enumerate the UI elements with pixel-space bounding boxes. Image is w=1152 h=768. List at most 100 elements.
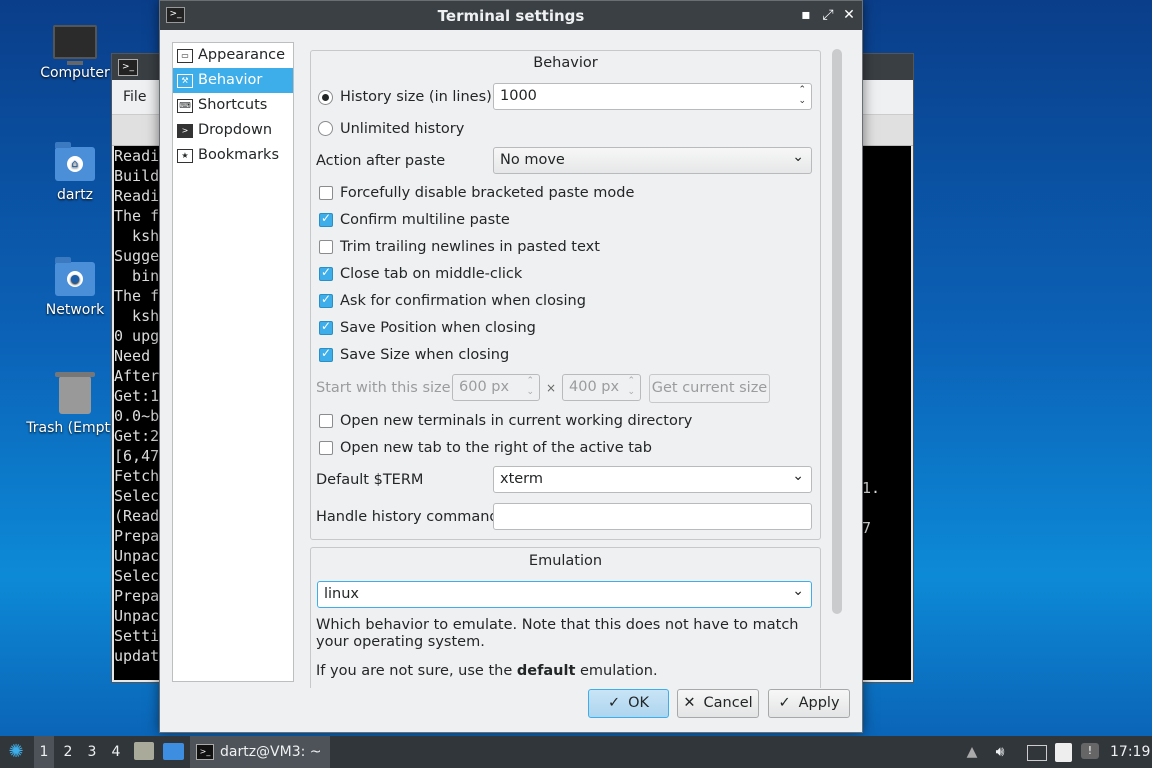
trim-newlines-checkbox[interactable] (319, 240, 333, 254)
apply-button[interactable]: ✓ Apply (768, 689, 850, 718)
settings-scrollbar[interactable] (832, 49, 842, 614)
handle-history-input[interactable] (493, 503, 812, 530)
ok-button[interactable]: ✓ OK (588, 689, 669, 718)
save-position-label: Save Position when closing (340, 320, 536, 336)
unlimited-history-label: Unlimited history (340, 121, 465, 137)
menu-file[interactable]: File (123, 89, 146, 105)
check-icon: ✓ (778, 695, 791, 711)
action-after-paste-value: No move (500, 152, 565, 168)
times-sign: × (546, 381, 557, 395)
workspace-4[interactable]: 4 (106, 736, 126, 768)
action-after-paste-select[interactable]: No move (493, 145, 812, 174)
start-width-spinbox[interactable]: 600 px ⌃ ⌄ (452, 374, 540, 401)
taskbar: ✺ 1 2 3 4 >_ dartz@VM3: ~ ▲ 🔊︎ ! 17:19 (0, 736, 1152, 768)
cancel-label: Cancel (703, 695, 753, 711)
tray-up-icon[interactable]: ▲ (963, 736, 981, 768)
appearance-icon: ▭ (177, 49, 193, 63)
terminal-app-icon: >_ (196, 744, 214, 760)
ok-label: OK (628, 695, 650, 711)
workspace-2[interactable]: 2 (58, 736, 78, 768)
terminal-settings-dialog[interactable]: >_ Terminal settings ▪ ⤢ ✕ ▭ Appearance … (159, 0, 863, 733)
task-label: dartz@VM3: ~ (220, 744, 322, 760)
sidebar-item-shortcuts[interactable]: ⌨ Shortcuts (173, 93, 293, 118)
open-tab-right-checkbox[interactable] (319, 441, 333, 455)
start-height-value: 400 px (569, 379, 620, 395)
ask-confirm-closing-label: Ask for confirmation when closing (340, 293, 586, 309)
default-term-select[interactable]: xterm (493, 464, 812, 493)
trash-icon (55, 372, 95, 414)
emulation-note: Which behavior to emulate. Note that thi… (316, 617, 799, 650)
settings-sidebar: ▭ Appearance ⚒ Behavior ⌨ Shortcuts > Dr… (172, 42, 294, 682)
sidebar-item-label: Behavior (198, 72, 263, 88)
close-tab-middle-click-checkbox[interactable] (319, 265, 333, 281)
trim-newlines-label: Trim trailing newlines in pasted text (340, 239, 600, 255)
open-tab-right-label: Open new tab to the right of the active … (340, 440, 652, 456)
computer-icon (53, 25, 97, 65)
unlimited-history-radio[interactable] (318, 121, 333, 136)
sidebar-item-label: Bookmarks (198, 147, 280, 163)
dialog-titlebar[interactable]: >_ Terminal settings ▪ ⤢ ✕ (160, 1, 862, 30)
behavior-group-title: Behavior (533, 55, 598, 71)
minimize-icon[interactable]: ▪ (796, 5, 816, 25)
file-manager-icon[interactable] (134, 742, 154, 760)
open-in-cwd-label: Open new terminals in current working di… (340, 413, 693, 429)
maximize-icon[interactable]: ⤢ (818, 5, 838, 25)
apply-label: Apply (798, 695, 840, 711)
terminal-fragment: 7 (862, 519, 872, 537)
emulation-group-title: Emulation (528, 553, 603, 569)
disable-bracketed-paste-checkbox[interactable] (319, 186, 333, 200)
clock[interactable]: 17:19 (1110, 736, 1150, 768)
terminal-app-icon: >_ (118, 59, 138, 76)
history-size-label: History size (in lines) (340, 89, 492, 105)
disable-bracketed-paste-label: Forcefully disable bracketed paste mode (340, 185, 635, 201)
sidebar-item-dropdown[interactable]: > Dropdown (173, 118, 293, 143)
sidebar-item-appearance[interactable]: ▭ Appearance (173, 43, 293, 68)
history-size-input[interactable]: 1000 ⌃ ⌄ (493, 83, 812, 110)
dialog-title: Terminal settings (437, 7, 585, 25)
bookmark-icon: ★ (177, 149, 193, 163)
keyboard-icon: ⌨ (177, 99, 193, 113)
sidebar-item-label: Shortcuts (198, 97, 268, 113)
clipboard-icon[interactable] (1055, 743, 1072, 762)
default-term-value: xterm (500, 471, 544, 487)
start-menu-icon[interactable]: ✺ (4, 736, 28, 768)
emulation-hint-post: emulation. (575, 663, 658, 679)
cancel-icon: ✕ (683, 695, 696, 711)
emulation-hint: If you are not sure, use the default emu… (316, 663, 658, 679)
emulation-select[interactable]: linux (317, 579, 812, 608)
cancel-button[interactable]: ✕ Cancel (677, 689, 759, 718)
save-position-checkbox[interactable] (319, 319, 333, 335)
sidebar-item-bookmarks[interactable]: ★ Bookmarks (173, 143, 293, 168)
network-icon[interactable] (1027, 745, 1047, 761)
dropdown-icon: > (177, 124, 193, 138)
sidebar-item-behavior[interactable]: ⚒ Behavior (173, 68, 293, 93)
sidebar-item-label: Appearance (198, 47, 286, 63)
confirm-multiline-paste-checkbox[interactable] (319, 211, 333, 227)
check-icon: ✓ (607, 695, 621, 711)
network-folder-icon: ● (55, 257, 95, 296)
notification-icon[interactable]: ! (1081, 743, 1099, 759)
save-size-label: Save Size when closing (340, 347, 510, 363)
task-terminal[interactable]: >_ dartz@VM3: ~ (190, 736, 330, 768)
spin-arrows-icon[interactable]: ⌃ ⌄ (798, 85, 806, 107)
start-size-label: Start with this size: (316, 380, 456, 396)
home-folder-icon: ⌂ (55, 142, 95, 181)
workspace-3[interactable]: 3 (82, 736, 102, 768)
close-icon[interactable]: ✕ (839, 5, 859, 25)
spin-arrows-icon: ⌃ ⌄ (526, 376, 534, 397)
start-height-spinbox[interactable]: 400 px ⌃ ⌄ (562, 374, 641, 401)
emulation-value: linux (324, 586, 360, 602)
workspace-1[interactable]: 1 (34, 736, 54, 768)
behavior-icon: ⚒ (177, 74, 193, 88)
show-desktop-icon[interactable] (163, 743, 184, 760)
sidebar-item-label: Dropdown (198, 122, 273, 138)
emulation-hint-pre: If you are not sure, use the (316, 663, 517, 679)
history-size-radio[interactable] (318, 90, 333, 105)
spin-arrows-icon: ⌃ ⌄ (627, 376, 635, 397)
save-size-checkbox[interactable] (319, 346, 333, 362)
emulation-hint-bold: default (516, 663, 576, 679)
get-current-size-button[interactable]: Get current size (649, 374, 770, 403)
volume-icon[interactable]: 🔊︎ (990, 736, 1010, 768)
ask-confirm-closing-checkbox[interactable] (319, 292, 333, 308)
open-in-cwd-checkbox[interactable] (319, 414, 333, 428)
